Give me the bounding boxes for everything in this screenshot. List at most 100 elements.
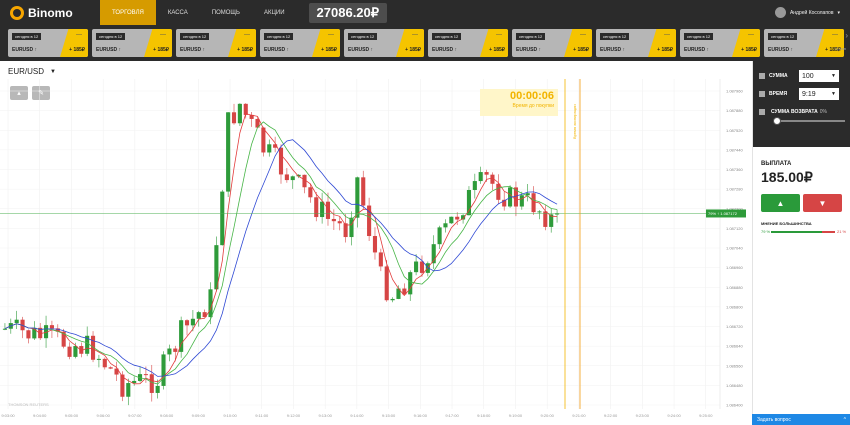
card-payout: + 185₽ (153, 47, 169, 53)
nav-cashbox[interactable]: КАССА (156, 0, 200, 25)
candle-body (525, 193, 530, 196)
caret-down-icon: ▼ (831, 91, 836, 97)
price-tick-label: 1.087040 (726, 246, 743, 251)
candle-body (314, 197, 319, 218)
return-pct: 0% (819, 109, 827, 115)
candle-body (290, 176, 295, 181)
main-nav: ТОРГОВЛЯ КАССА ПОМОЩЬ АКЦИИ (100, 0, 297, 25)
card-tag: сегодня в 12 (600, 33, 630, 40)
source-label: THOMSON REUTERS (8, 402, 49, 407)
price-chart[interactable]: 9:03:00 9:04:00 9:05:00 9:06:00 9:07:00 9:08:… (0, 79, 752, 425)
ask-question-button[interactable]: Задать вопрос ^ (752, 414, 850, 425)
time-select[interactable]: 9:19 ▼ (799, 88, 839, 100)
card-payout: + 185₽ (489, 47, 505, 53)
candle-body (337, 221, 342, 224)
card-pair: EURUSD ↑ (600, 47, 626, 53)
timer-label: Время до покупки (512, 103, 554, 109)
return-slider[interactable] (773, 117, 845, 125)
asset-card[interactable]: сегодня в 12— EURUSD ↑ + 185₽ (176, 29, 256, 57)
candle-body (408, 272, 413, 295)
price-tick-label: 1.086400 (726, 403, 743, 408)
amount-select[interactable]: 100 ▼ (799, 70, 839, 82)
candle-body (14, 319, 19, 324)
card-dash: — (664, 32, 670, 38)
candle-body (261, 127, 266, 153)
asset-card[interactable]: сегодня в 12— EURUSD ↑ + 185₽ (428, 29, 508, 57)
nav-help[interactable]: ПОМОЩЬ (200, 0, 252, 25)
card-pair: EURUSD ↑ (96, 47, 122, 53)
card-payout: + 185₽ (741, 47, 757, 53)
asset-card[interactable]: сегодня в 12— EURUSD ↑ + 185₽ (260, 29, 340, 57)
candle-body (167, 348, 172, 355)
card-payout: + 185₽ (405, 47, 421, 53)
price-tick-label: 1.087280 (726, 187, 743, 192)
amount-value: 100 (802, 72, 814, 80)
slider-knob[interactable] (773, 117, 781, 125)
card-tag: сегодня в 12 (12, 33, 42, 40)
user-name: Андрей Косолапов (789, 9, 834, 16)
pair-selector[interactable]: EUR/USD ▼ (8, 67, 56, 76)
price-tick-label: 1.086640 (726, 344, 743, 349)
candle-body (466, 190, 472, 216)
asset-card[interactable]: сегодня в 12— EURUSD ↑ + 185₽ (512, 29, 592, 57)
card-tag: сегодня в 12 (432, 33, 462, 40)
asset-card[interactable]: сегодня в 12— EURUSD ↑ + 185₽ (764, 29, 844, 57)
arrow-up-icon: ▲ (776, 198, 785, 208)
majority-track (771, 230, 835, 233)
time-tick-label: 9:22:00 (604, 413, 618, 418)
candle-body (378, 252, 383, 267)
chevron-right-icon[interactable]: › (845, 31, 848, 40)
price-tick-label: 1.086960 (726, 265, 743, 270)
time-tick-label: 9:16:00 (414, 413, 428, 418)
time-tick-label: 9:20:00 (540, 413, 554, 418)
caret-down-icon: ▼ (50, 68, 56, 75)
card-pair: EURUSD ↑ (516, 47, 542, 53)
candle-body (543, 211, 548, 227)
card-dash: — (832, 32, 838, 38)
time-tick-label: 9:17:00 (445, 413, 459, 418)
candle-body (143, 374, 148, 376)
payout-value: 185.00₽ (761, 169, 813, 185)
return-label: СУММА ВОЗВРАТА (771, 109, 818, 115)
call-up-button[interactable]: ▲ (761, 194, 800, 212)
candle-body (437, 227, 442, 245)
time-tick-label: 9:24:00 (667, 413, 681, 418)
asset-card[interactable]: сегодня в 12— EURUSD ↑ + 185₽ (596, 29, 676, 57)
card-payout: + 185₽ (321, 47, 337, 53)
time-label: ВРЕМЯ (769, 91, 788, 97)
card-pair: EURUSD ↑ (180, 47, 206, 53)
candle-body (49, 325, 54, 329)
user-menu[interactable]: Андрей Косолапов ▾ (774, 7, 850, 18)
return-icon (759, 109, 765, 115)
time-tick-label: 9:03:00 (1, 413, 15, 418)
majority-up: 79 % (761, 229, 771, 234)
card-tag: сегодня в 12 (768, 33, 798, 40)
asset-card[interactable]: сегодня в 12— EURUSD ↑ + 185₽ (8, 29, 88, 57)
logo-text: Binomo (28, 5, 73, 20)
balance-display[interactable]: 27086.20₽ (308, 2, 388, 23)
time-tick-label: 9:10:00 (223, 413, 237, 418)
put-down-button[interactable]: ▼ (803, 194, 842, 212)
trade-settings: СУММА 100 ▼ ВРЕМЯ 9:19 ▼ СУММА ВОЗВРАТА 0% (753, 61, 850, 147)
logo[interactable]: Binomo (0, 5, 100, 20)
asset-card[interactable]: сегодня в 12— EURUSD ↑ + 185₽ (92, 29, 172, 57)
card-payout: + 185₽ (573, 47, 589, 53)
candle-body (472, 181, 477, 191)
card-pair: EURUSD ↑ (432, 47, 458, 53)
nav-promotions[interactable]: АКЦИИ (252, 0, 297, 25)
time-tick-label: 9:14:00 (350, 413, 364, 418)
archive-link[interactable]: Архив (835, 46, 846, 51)
ask-label: Задать вопрос (757, 416, 791, 423)
nav-trading[interactable]: ТОРГОВЛЯ (100, 0, 156, 25)
time-tick-label: 9:13:00 (318, 413, 332, 418)
card-tag: сегодня в 12 (516, 33, 546, 40)
candle-body (531, 193, 536, 213)
price-tick-label: 1.087120 (726, 226, 743, 231)
candle-body (102, 358, 107, 368)
candle-body (484, 172, 489, 175)
card-tag: сегодня в 12 (684, 33, 714, 40)
candle-body (443, 223, 448, 228)
top-bar: Binomo ТОРГОВЛЯ КАССА ПОМОЩЬ АКЦИИ 27086… (0, 0, 850, 25)
asset-card[interactable]: сегодня в 12— EURUSD ↑ + 185₽ (344, 29, 424, 57)
asset-card[interactable]: сегодня в 12— EURUSD ↑ + 185₽ (680, 29, 760, 57)
